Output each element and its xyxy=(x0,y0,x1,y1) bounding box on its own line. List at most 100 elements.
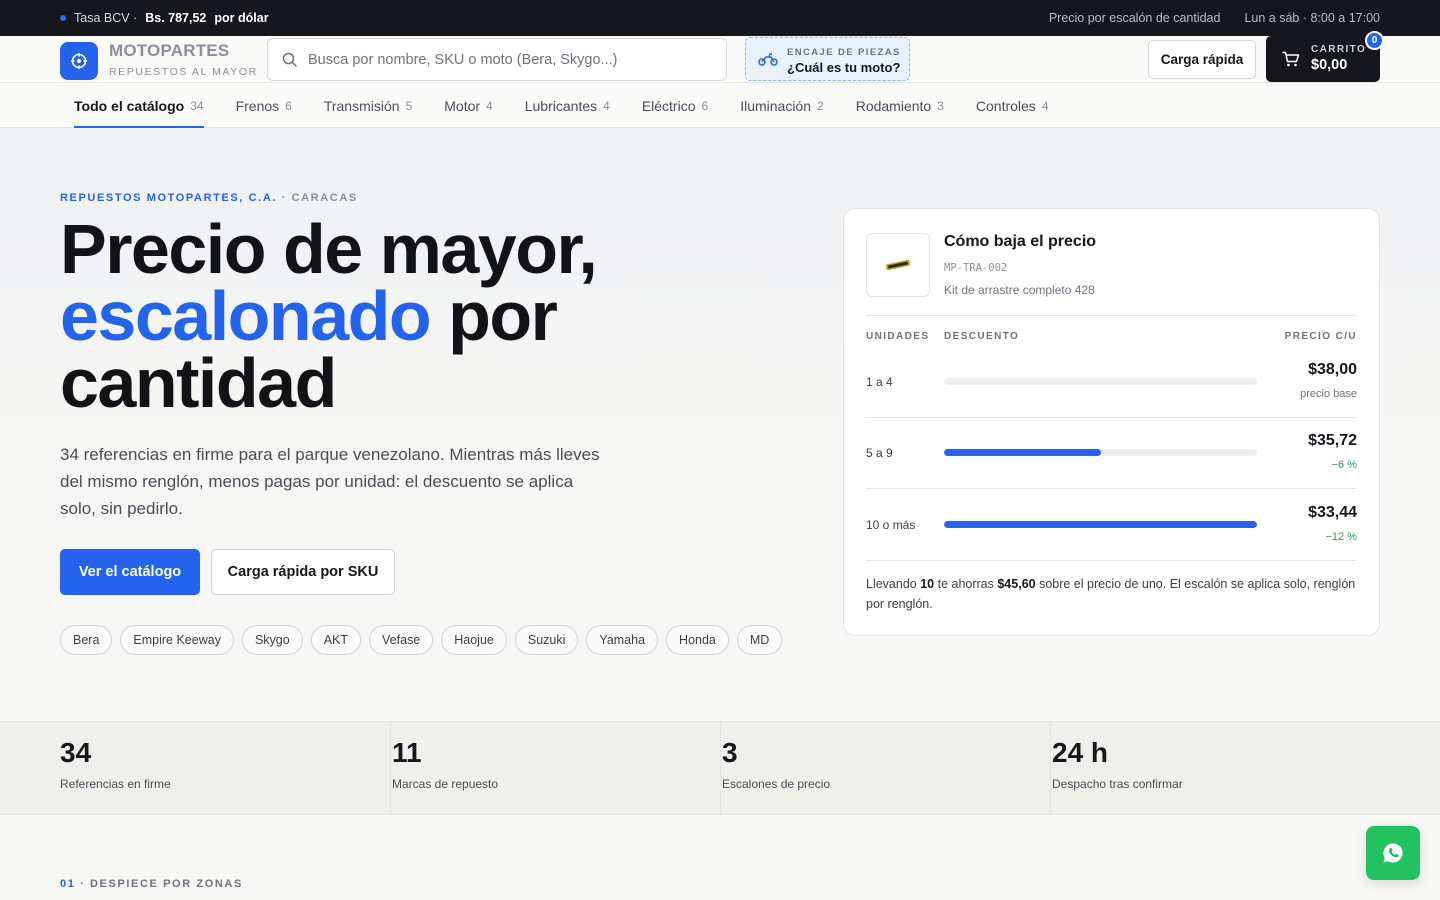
price-tier-row: 5 a 9 $35,72 −6 % xyxy=(866,417,1357,488)
discount-bar-fill xyxy=(944,449,1101,456)
quick-load-sku-button[interactable]: Carga rápida por SKU xyxy=(211,549,395,595)
category-count: 5 xyxy=(405,98,413,113)
category-tab[interactable]: Iluminación 2 xyxy=(740,83,824,128)
category-label: Todo el catálogo xyxy=(74,97,185,114)
brand-chip[interactable]: Honda xyxy=(666,625,729,655)
category-count: 4 xyxy=(1041,98,1049,113)
hero-title-line3: cantidad xyxy=(60,344,337,422)
exchange-rate: Tasa BCV · Bs. 787,52 por dólar xyxy=(60,11,269,25)
divider xyxy=(866,315,1357,316)
discount-bar-fill xyxy=(944,521,1257,528)
category-label: Iluminación xyxy=(740,97,812,114)
hero-title-rest: por xyxy=(430,277,558,355)
stat-label: Referencias en firme xyxy=(60,777,171,791)
category-label: Eléctrico xyxy=(641,97,696,114)
category-tab[interactable]: Controles 4 xyxy=(976,83,1049,128)
rate-value: Bs. 787,52 xyxy=(145,11,207,25)
brand-chip[interactable]: Haojue xyxy=(441,625,507,655)
category-label: Frenos xyxy=(235,97,280,114)
category-label: Lubricantes xyxy=(524,97,598,114)
stat-number: 24 h xyxy=(1052,737,1109,768)
discount-bar xyxy=(944,521,1257,528)
tier-note: Precio por escalón de cantidad xyxy=(1048,11,1221,25)
whatsapp-icon xyxy=(1383,843,1403,863)
stat-item: 34 Referencias en firme xyxy=(60,722,390,814)
view-catalog-button[interactable]: Ver el catálogo xyxy=(60,549,200,595)
price-tier-card: Cómo baja el precio MP-TRA-002 Kit de ar… xyxy=(843,208,1380,636)
product-thumbnail[interactable] xyxy=(866,233,930,297)
price-card-title: Cómo baja el precio xyxy=(944,233,1097,250)
savings-qty: 10 xyxy=(920,577,935,591)
crosshair-icon xyxy=(71,53,87,69)
motorcycle-icon xyxy=(758,53,778,66)
stat-number: 3 xyxy=(722,737,738,768)
stat-number: 34 xyxy=(60,737,92,768)
category-tab[interactable]: Rodamiento 3 xyxy=(856,83,944,128)
category-count: 6 xyxy=(285,98,292,113)
stat-label: Despacho tras confirmar xyxy=(1052,777,1183,791)
top-bar: Tasa BCV · Bs. 787,52 por dólar Precio p… xyxy=(0,0,1440,36)
cart-button[interactable]: CARRITO $0,00 0 xyxy=(1266,31,1384,82)
category-count: 34 xyxy=(190,98,204,113)
stat-label: Escalones de precio xyxy=(722,777,831,791)
hero-lead: 34 referencias en firme para el parque v… xyxy=(60,445,600,518)
hero-eyebrow: REPUESTOS MOTOPARTES, C.A. · CARACAS xyxy=(60,192,358,204)
price-tier-row: 1 a 4 $38,00 precio base xyxy=(866,346,1357,417)
fitment-label: ENCAJE DE PIEZAS xyxy=(787,47,901,58)
category-tab[interactable]: Todo el catálogo 34 xyxy=(74,83,204,128)
brand-chip[interactable]: MD xyxy=(736,625,783,655)
rate-label: Tasa BCV · xyxy=(74,11,138,25)
category-count: 4 xyxy=(486,98,493,113)
eyebrow-separator: · xyxy=(277,192,292,204)
product-name: Kit de arrastre completo 428 xyxy=(944,283,1095,297)
fitment-selector[interactable]: ENCAJE DE PIEZAS ¿Cuál es tu moto? xyxy=(745,37,910,81)
savings-mid: te ahorras xyxy=(934,577,998,591)
logo-title[interactable]: MOTOPARTES xyxy=(109,41,229,61)
status-dot xyxy=(60,15,66,21)
category-count: 4 xyxy=(603,98,610,113)
brand-chip[interactable]: Suzuki xyxy=(514,625,579,655)
section-label: DESPIECE POR ZONAS xyxy=(90,878,243,890)
category-tab[interactable]: Transmisión 5 xyxy=(324,83,412,128)
price-tier-row: 10 o más $33,44 −12 % xyxy=(866,489,1357,560)
stat-item: 11 Marcas de repuesto xyxy=(390,722,720,814)
brand-chip[interactable]: AKT xyxy=(310,625,362,655)
discount-bar xyxy=(944,378,1257,385)
stats-strip: 34 Referencias en firme 11 Marcas de repues… xyxy=(0,721,1440,815)
quick-load-button[interactable]: Carga rápida xyxy=(1148,40,1256,79)
discount-bar xyxy=(944,449,1257,456)
brand-chip[interactable]: Skygo xyxy=(241,625,303,655)
category-tab[interactable]: Lubricantes 4 xyxy=(525,83,610,128)
brand-chip[interactable]: Vefase xyxy=(369,625,434,655)
category-tab[interactable]: Eléctrico 6 xyxy=(642,83,708,128)
cart-label: CARRITO xyxy=(1311,44,1367,55)
section-eyebrow: 01 · DESPIECE POR ZONAS xyxy=(60,878,243,890)
category-count: 2 xyxy=(817,98,824,113)
section-separator: · xyxy=(75,878,91,890)
brand-chip[interactable]: Yamaha xyxy=(586,625,659,655)
site-header: MOTOPARTES REPUESTOS AL MAYOR ENCAJE DE … xyxy=(0,31,1440,83)
category-tab[interactable]: Frenos 6 xyxy=(236,83,292,128)
whatsapp-button[interactable] xyxy=(1366,826,1420,880)
search-input[interactable] xyxy=(308,39,718,80)
brand-chip[interactable]: Bera xyxy=(60,625,113,655)
logo-mark[interactable] xyxy=(60,42,98,80)
category-tab[interactable]: Motor 4 xyxy=(444,83,492,128)
brand-chip[interactable]: Empire Keeway xyxy=(120,625,234,655)
section-number: 01 xyxy=(60,878,76,890)
savings-note: Llevando 10 te ahorras $45,60 sobre el p… xyxy=(866,574,1357,614)
eyebrow-city: CARACAS xyxy=(291,192,358,204)
category-count: 3 xyxy=(937,98,944,113)
hero-title: Precio de mayor, escalonado por cantidad xyxy=(60,214,780,418)
search-icon xyxy=(282,52,297,67)
search-box[interactable] xyxy=(267,38,727,81)
category-label: Controles xyxy=(975,97,1036,114)
stat-item: 24 h Despacho tras confirmar xyxy=(1050,722,1380,814)
tier-units: 10 o más xyxy=(866,517,916,532)
product-sku: MP-TRA-002 xyxy=(944,262,1008,274)
eyebrow-company: REPUESTOS MOTOPARTES, C.A. xyxy=(60,192,278,204)
category-label: Motor xyxy=(444,97,481,114)
divider xyxy=(866,560,1357,561)
stat-number: 11 xyxy=(392,737,422,768)
savings-amount: $45,60 xyxy=(997,577,1036,591)
